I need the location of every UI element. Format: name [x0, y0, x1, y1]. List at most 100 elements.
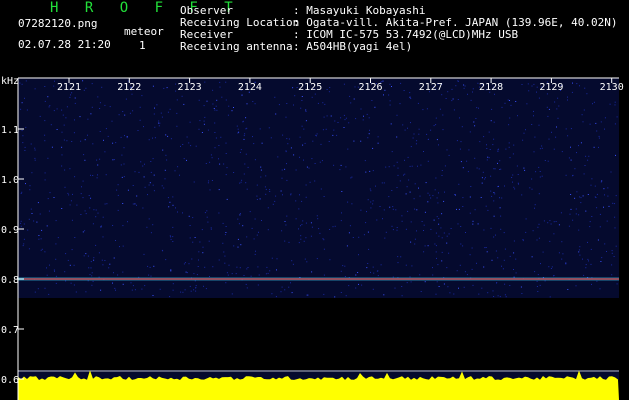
- noise-speck: [189, 121, 191, 123]
- noise-speck: [405, 264, 407, 266]
- noise-speck: [61, 154, 63, 156]
- noise-speck: [415, 143, 417, 145]
- noise-speck: [218, 212, 220, 214]
- noise-speck: [34, 159, 36, 161]
- noise-speck: [193, 181, 195, 183]
- noise-speck: [497, 186, 499, 188]
- noise-speck: [445, 98, 447, 99]
- noise-speck: [513, 144, 515, 146]
- noise-speck: [606, 251, 607, 252]
- noise-speck: [268, 127, 270, 129]
- noise-speck: [159, 122, 161, 124]
- noise-speck: [558, 252, 560, 254]
- noise-speck: [293, 104, 294, 106]
- noise-speck: [66, 140, 68, 142]
- noise-speck: [310, 222, 312, 224]
- noise-speck: [600, 121, 602, 123]
- noise-speck: [152, 85, 154, 87]
- noise-speck: [301, 100, 303, 101]
- noise-speck: [591, 216, 593, 217]
- noise-speck: [355, 287, 357, 289]
- noise-speck: [505, 148, 507, 150]
- noise-speck: [407, 156, 409, 158]
- noise-speck: [549, 240, 551, 242]
- x-tick-label: 2125: [298, 82, 322, 93]
- noise-speck: [82, 80, 84, 82]
- noise-speck: [21, 130, 23, 132]
- noise-speck: [74, 176, 76, 178]
- noise-speck: [504, 294, 506, 296]
- noise-speck: [239, 267, 241, 269]
- noise-speck: [23, 243, 25, 245]
- noise-speck: [67, 192, 69, 194]
- noise-speck: [282, 134, 284, 136]
- noise-speck: [353, 140, 355, 142]
- noise-speck: [580, 202, 582, 204]
- noise-speck: [233, 172, 235, 173]
- noise-speck: [580, 197, 582, 199]
- noise-speck: [404, 173, 406, 175]
- noise-speck: [134, 171, 136, 173]
- noise-speck: [277, 156, 279, 158]
- noise-speck: [348, 285, 350, 287]
- noise-speck: [104, 203, 106, 205]
- noise-speck: [344, 265, 346, 267]
- noise-speck: [303, 159, 304, 161]
- noise-speck: [522, 239, 524, 240]
- noise-speck: [512, 181, 513, 183]
- noise-speck: [438, 192, 439, 194]
- noise-speck: [549, 220, 551, 222]
- noise-speck: [587, 241, 588, 243]
- noise-speck: [583, 109, 585, 111]
- noise-speck: [423, 230, 424, 231]
- noise-speck: [290, 147, 292, 149]
- noise-speck: [254, 103, 256, 105]
- noise-speck: [22, 142, 24, 144]
- noise-speck: [392, 229, 394, 231]
- noise-speck: [314, 180, 316, 182]
- noise-speck: [580, 142, 582, 144]
- noise-speck: [453, 109, 455, 111]
- noise-speck: [590, 263, 592, 265]
- noise-speck: [481, 182, 483, 184]
- noise-speck: [172, 283, 174, 285]
- noise-speck: [601, 257, 603, 259]
- noise-speck: [392, 208, 394, 210]
- noise-speck: [218, 158, 219, 160]
- noise-speck: [308, 167, 310, 169]
- noise-speck: [565, 128, 567, 130]
- noise-speck: [432, 267, 433, 269]
- noise-speck: [226, 272, 228, 274]
- noise-speck: [441, 213, 443, 215]
- noise-speck: [167, 135, 169, 137]
- noise-speck: [402, 124, 404, 126]
- noise-speck: [568, 225, 570, 227]
- noise-speck: [501, 197, 503, 199]
- noise-speck: [576, 83, 578, 85]
- noise-speck: [182, 144, 184, 145]
- noise-speck: [589, 226, 591, 228]
- noise-speck: [337, 122, 339, 123]
- noise-speck: [509, 285, 511, 286]
- noise-speck: [105, 128, 107, 130]
- noise-speck: [483, 266, 485, 268]
- noise-speck: [305, 111, 307, 112]
- noise-speck: [210, 228, 212, 230]
- noise-speck: [456, 140, 458, 142]
- noise-speck: [606, 220, 608, 222]
- x-tick-label: 2126: [358, 82, 382, 93]
- noise-speck: [260, 176, 262, 178]
- noise-speck: [303, 128, 305, 130]
- noise-speck: [44, 179, 46, 181]
- noise-speck: [367, 231, 369, 233]
- noise-speck: [358, 283, 359, 285]
- noise-speck: [409, 191, 411, 193]
- noise-speck: [425, 182, 427, 184]
- noise-speck: [218, 189, 220, 191]
- noise-speck: [249, 211, 251, 213]
- noise-speck: [211, 180, 213, 181]
- noise-speck: [147, 265, 149, 267]
- noise-speck: [286, 215, 288, 217]
- noise-speck: [414, 238, 416, 240]
- noise-speck: [84, 210, 86, 212]
